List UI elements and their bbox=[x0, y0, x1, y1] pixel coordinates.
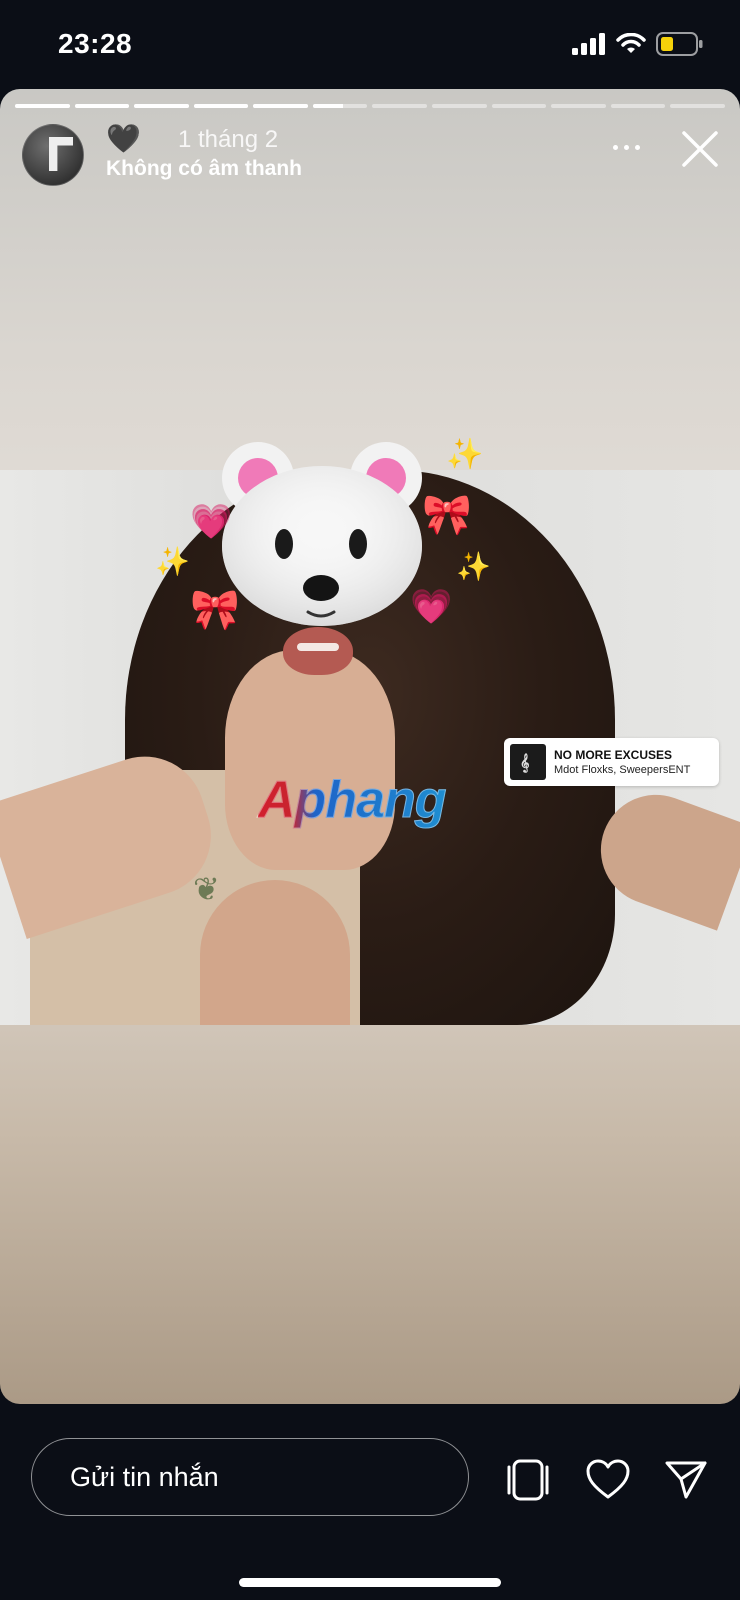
pink-bow-sticker: 🎀 bbox=[422, 493, 472, 537]
audio-status[interactable]: Không có âm thanh bbox=[106, 157, 302, 181]
progress-segment bbox=[372, 104, 428, 108]
photo-chest bbox=[200, 880, 350, 1025]
pink-heart-sticker: 💗 bbox=[190, 503, 233, 541]
story-header: 🖤 1 tháng 2 Không có âm thanh bbox=[22, 123, 720, 186]
home-indicator[interactable] bbox=[239, 1578, 501, 1587]
heart-icon bbox=[586, 1459, 630, 1499]
pink-heart-sticker: 💗 bbox=[410, 588, 453, 626]
status-icons bbox=[572, 32, 704, 56]
progress-segment bbox=[193, 104, 249, 108]
photo-mouth bbox=[283, 627, 353, 675]
more-dot-icon bbox=[634, 144, 640, 150]
send-button[interactable] bbox=[662, 1456, 710, 1504]
sparkles-sticker: ✨ bbox=[446, 438, 484, 471]
status-bar: 23:28 bbox=[0, 0, 740, 88]
wifi-icon bbox=[616, 33, 646, 53]
progress-segment bbox=[312, 104, 368, 108]
like-button[interactable] bbox=[584, 1456, 632, 1504]
black-heart-icon: 🖤 bbox=[106, 123, 141, 154]
send-icon bbox=[665, 1461, 707, 1499]
close-icon[interactable] bbox=[680, 129, 720, 169]
sticker-button[interactable] bbox=[504, 1456, 552, 1504]
butterfly-tattoo: ❦ bbox=[193, 871, 220, 907]
message-input[interactable] bbox=[31, 1438, 469, 1516]
story-date: 1 tháng 2 bbox=[178, 126, 279, 153]
more-options-button[interactable] bbox=[604, 132, 648, 162]
sparkles-sticker: ✨ bbox=[155, 546, 190, 577]
progress-segment bbox=[491, 104, 547, 108]
photo-neck bbox=[225, 650, 395, 870]
music-info: NO MORE EXCUSES Mdot Floxks, SweepersENT bbox=[554, 748, 690, 776]
progress-segment bbox=[74, 104, 130, 108]
sparkles-sticker: ✨ bbox=[456, 551, 491, 582]
progress-segment bbox=[15, 104, 70, 108]
watermark-logo: Aphang bbox=[258, 771, 448, 830]
sticker-icon bbox=[507, 1459, 549, 1501]
pink-bow-sticker: 🎀 bbox=[190, 588, 240, 632]
battery-icon bbox=[656, 32, 703, 56]
progress-segment bbox=[432, 104, 487, 108]
avatar[interactable] bbox=[22, 124, 84, 186]
status-time: 23:28 bbox=[58, 28, 133, 59]
music-title: NO MORE EXCUSES bbox=[554, 748, 673, 762]
progress-segment bbox=[551, 104, 606, 108]
progress-segment bbox=[134, 104, 189, 108]
progress-segment bbox=[253, 104, 308, 108]
music-sticker[interactable]: 𝄞 NO MORE EXCUSES Mdot Floxks, SweepersE… bbox=[504, 738, 719, 786]
album-art: 𝄞 bbox=[510, 744, 546, 780]
music-artist: Mdot Floxks, SweepersENT bbox=[554, 764, 691, 776]
polar-bear-sticker bbox=[222, 442, 422, 626]
progress-segment bbox=[610, 104, 666, 108]
reply-bar bbox=[0, 1404, 740, 1600]
progress-segment bbox=[670, 104, 725, 108]
more-dot-icon bbox=[612, 144, 618, 150]
more-dot-icon bbox=[623, 144, 629, 150]
signal-icon bbox=[572, 33, 605, 55]
story-progress-bar bbox=[15, 104, 725, 108]
